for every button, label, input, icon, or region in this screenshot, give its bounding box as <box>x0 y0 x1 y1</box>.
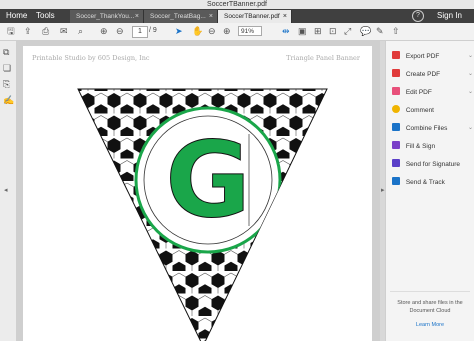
right-tools-panel: ▸ Export PDF ⌄ Create PDF ⌄ Edit PDF ⌄ C… <box>381 41 474 341</box>
tool-label: Create PDF <box>405 71 441 78</box>
collapse-right-pane-icon[interactable]: ▸ <box>381 186 385 194</box>
tab-soccer-thankyou[interactable]: Soccer_ThankYou... × <box>70 10 144 23</box>
tool-label: Send for Signature <box>405 161 461 168</box>
share-icon[interactable]: ⇧ <box>392 26 400 37</box>
zoom-select[interactable]: 91% <box>238 26 262 36</box>
scroll-mode-icon[interactable]: ⊞ <box>314 26 322 37</box>
fill-sign-icon <box>392 141 400 149</box>
comment-icon <box>392 105 400 113</box>
fit-width-icon[interactable]: ⇹ <box>282 26 290 37</box>
export-pdf-icon <box>392 51 400 59</box>
tool-label: Fill & Sign <box>405 143 436 150</box>
divider <box>390 291 470 292</box>
pdf-page: Printable Studio by 605 Design, Inc Tria… <box>23 46 372 341</box>
tab-label: SoccerTBanner.pdf <box>224 13 280 20</box>
upload-icon[interactable]: ⇪ <box>24 26 32 37</box>
send-track-icon <box>392 177 400 185</box>
print-icon[interactable]: ⎙ <box>42 26 49 37</box>
hand-icon[interactable]: ✋ <box>192 26 203 37</box>
search-icon[interactable]: ⌕ <box>78 26 83 37</box>
tool-label: Send & Track <box>405 179 445 186</box>
chevron-down-icon[interactable]: ⌄ <box>468 87 473 98</box>
save-icon[interactable]: 🖫 <box>7 26 15 37</box>
help-icon[interactable]: ? <box>412 10 424 22</box>
document-viewport[interactable]: Printable Studio by 605 Design, Inc Tria… <box>16 41 380 341</box>
close-icon[interactable]: × <box>135 10 139 23</box>
sign-in-button[interactable]: Sign In <box>437 9 462 23</box>
tab-soccer-treatbag[interactable]: Soccer_TreatBag... × <box>144 10 218 23</box>
triangle-banner: G <box>77 88 328 341</box>
document-cloud-promo: Store and share files in the Document Cl… <box>390 299 470 329</box>
comment-icon[interactable]: 💬 <box>360 26 371 37</box>
page-up-icon[interactable]: ⊕ <box>100 26 108 37</box>
pen-icon[interactable]: ✎ <box>376 26 384 37</box>
chevron-down-icon[interactable]: ⌄ <box>468 123 473 134</box>
send-for-signature-tool[interactable]: Send for Signature <box>392 159 460 170</box>
create-pdf-tool[interactable]: Create PDF ⌄ <box>392 69 473 80</box>
banner-letter: G <box>165 119 250 241</box>
close-icon[interactable]: × <box>209 10 213 23</box>
toolbar: 🖫 ⇪ ⎙ ✉ ⌕ ⊕ ⊖ 1 / 9 ➤ ✋ ⊖ ⊕ 91% ⇹ ▣ ⊞ ⊡ … <box>0 23 474 41</box>
cloud-text: Store and share files in the Document Cl… <box>397 300 463 314</box>
mail-icon[interactable]: ✉ <box>60 26 68 37</box>
navigation-pane-icon[interactable]: ⧉ <box>3 47 9 58</box>
select-arrow-icon[interactable]: ➤ <box>175 26 183 37</box>
tool-label: Comment <box>405 107 434 114</box>
page-down-icon[interactable]: ⊖ <box>116 26 124 37</box>
nav-home[interactable]: Home <box>6 9 27 23</box>
zoom-in-icon[interactable]: ⊕ <box>223 26 231 37</box>
expand-left-pane-icon[interactable]: ◂ <box>4 186 8 194</box>
left-tool-rail: ⧉ ❏ ⎘ ✍ ◂ <box>0 41 17 341</box>
page-total: / 9 <box>149 27 157 34</box>
learn-more-link[interactable]: Learn More <box>390 321 470 329</box>
tab-label: Soccer_TreatBag... <box>150 13 206 20</box>
send-signature-icon <box>392 159 400 167</box>
page-thumbnails-icon[interactable]: ❏ <box>3 63 11 74</box>
comment-tool[interactable]: Comment <box>392 105 434 116</box>
chevron-down-icon[interactable]: ⌄ <box>468 69 473 80</box>
nav-tools[interactable]: Tools <box>36 9 55 23</box>
edit-pdf-icon <box>392 87 400 95</box>
zoom-out-icon[interactable]: ⊖ <box>208 26 216 37</box>
fit-page-icon[interactable]: ▣ <box>298 26 307 37</box>
window-title: SoccerTBanner.pdf <box>207 1 267 8</box>
combine-files-tool[interactable]: Combine Files ⌄ <box>392 123 473 134</box>
export-pdf-tool[interactable]: Export PDF ⌄ <box>392 51 473 62</box>
tool-label: Export PDF <box>405 53 440 60</box>
read-mode-icon[interactable]: ⊡ <box>329 26 337 37</box>
tool-label: Combine Files <box>405 125 448 132</box>
attachments-icon[interactable]: ⎘ <box>3 79 10 90</box>
close-icon[interactable]: × <box>283 10 287 23</box>
fullscreen-icon[interactable]: ⤢ <box>344 26 351 37</box>
edit-pdf-tool[interactable]: Edit PDF ⌄ <box>392 87 473 98</box>
send-track-tool[interactable]: Send & Track <box>392 177 445 188</box>
signature-icon[interactable]: ✍ <box>3 95 14 106</box>
combine-files-icon <box>392 123 400 131</box>
tab-soccer-tbanner[interactable]: SoccerTBanner.pdf × <box>218 10 292 23</box>
tab-bar: Home Tools Soccer_ThankYou... × Soccer_T… <box>0 9 474 23</box>
tab-label: Soccer_ThankYou... <box>76 13 135 20</box>
tool-label: Edit PDF <box>405 89 432 96</box>
page-number-input[interactable]: 1 <box>132 26 148 38</box>
chevron-down-icon[interactable]: ⌄ <box>468 51 473 62</box>
fill-sign-tool[interactable]: Fill & Sign <box>392 141 435 152</box>
create-pdf-icon <box>392 69 400 77</box>
